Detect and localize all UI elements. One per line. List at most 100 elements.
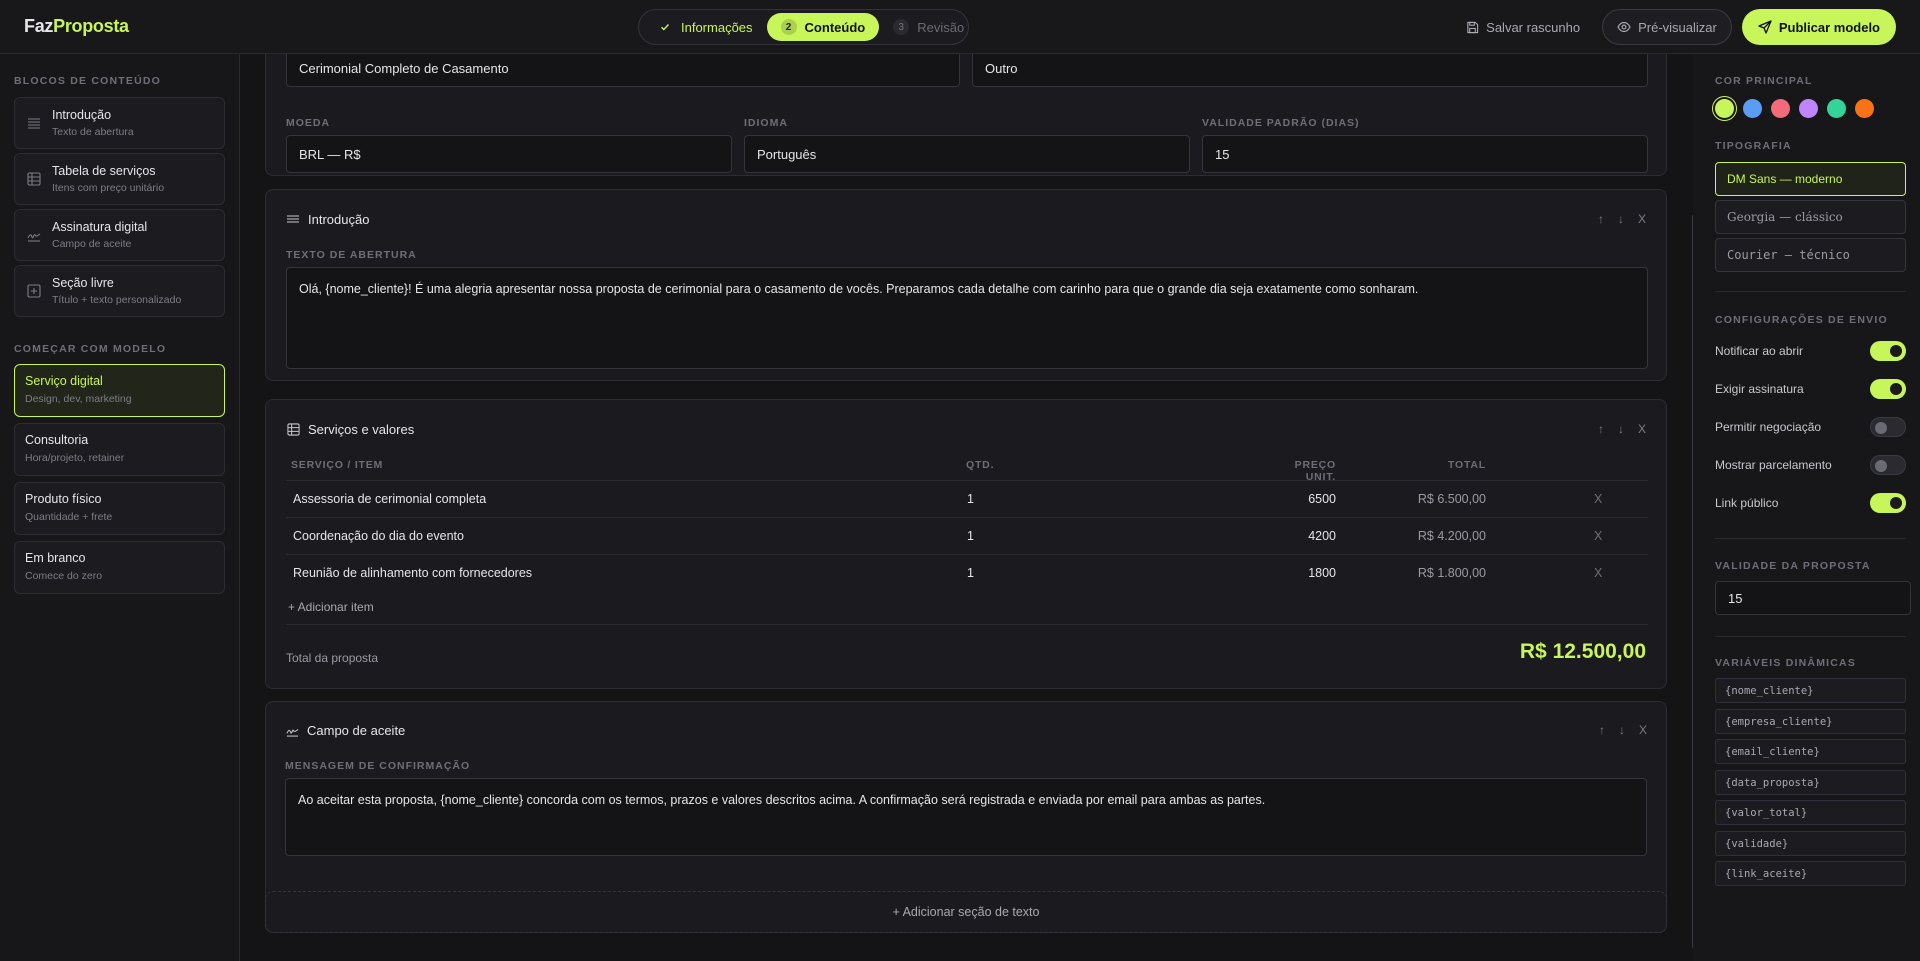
move-down-button[interactable]: ↓ <box>1618 212 1624 226</box>
block-title: Introdução <box>52 108 112 122</box>
add-text-section-button[interactable]: + Adicionar seção de texto <box>265 891 1667 933</box>
item-name[interactable]: Coordenação do dia do evento <box>293 529 464 543</box>
variable-chip[interactable]: {valor_total} <box>1715 800 1906 825</box>
step-number: 2 <box>780 19 797 35</box>
toggle-label: Mostrar parcelamento <box>1715 458 1832 472</box>
color-swatch-green[interactable] <box>1827 99 1846 118</box>
item-qty[interactable]: 1 <box>967 529 974 543</box>
proposal-validity-input[interactable]: 15 <box>1715 581 1911 615</box>
toggle-row-negociacao: Permitir negociação <box>1715 417 1906 437</box>
remove-section-button[interactable]: X <box>1638 422 1646 436</box>
toggle-row-link-publico: Link público <box>1715 493 1906 513</box>
item-qty[interactable]: 1 <box>967 492 974 506</box>
validity-input[interactable]: 15 <box>1202 135 1648 173</box>
remove-row-button[interactable]: X <box>1594 566 1602 580</box>
public-link-toggle[interactable] <box>1870 493 1906 513</box>
proposal-name-input[interactable]: Cerimonial Completo de Casamento <box>286 54 960 87</box>
remove-section-button[interactable]: X <box>1639 723 1647 737</box>
intro-header: Introdução <box>286 212 369 227</box>
main-editor[interactable]: Cerimonial Completo de Casamento Outro M… <box>241 54 1691 961</box>
block-subtitle: Texto de abertura <box>52 126 134 138</box>
toggle-row-assinatura: Exigir assinatura <box>1715 379 1906 399</box>
block-subtitle: Campo de aceite <box>52 238 132 250</box>
color-swatch-purple[interactable] <box>1799 99 1818 118</box>
variable-chip[interactable]: {link_aceite} <box>1715 861 1906 886</box>
category-select[interactable]: Outro <box>972 54 1648 87</box>
info-card: Cerimonial Completo de Casamento Outro M… <box>265 54 1667 176</box>
intro-controls: ↑ ↓ X <box>1598 212 1646 226</box>
step-revisao[interactable]: 3 Revisão <box>879 13 978 41</box>
template-produto-fisico[interactable]: Produto físico Quantidade + frete <box>14 482 225 535</box>
total-value: R$ 12.500,00 <box>1519 640 1646 663</box>
intro-field-label: Texto de abertura <box>286 249 417 261</box>
font-option-georgia[interactable]: Georgia — clássico <box>1715 200 1906 234</box>
move-up-button[interactable]: ↑ <box>1598 422 1604 436</box>
move-down-button[interactable]: ↓ <box>1618 422 1624 436</box>
variable-chip[interactable]: {empresa_cliente} <box>1715 709 1906 734</box>
color-swatch-blue[interactable] <box>1743 99 1762 118</box>
block-secao-livre[interactable]: Seção livre Título + texto personalizado <box>14 265 225 317</box>
remove-row-button[interactable]: X <box>1594 492 1602 506</box>
currency-select[interactable]: BRL — R$ <box>286 135 732 173</box>
item-name[interactable]: Reunião de alinhamento com fornecedores <box>293 566 532 580</box>
save-draft-button[interactable]: Salvar rascunho <box>1453 9 1592 45</box>
accept-field-label: Mensagem de confirmação <box>285 760 471 772</box>
send-icon <box>1758 20 1772 34</box>
color-swatch-orange[interactable] <box>1855 99 1874 118</box>
toggle-label: Exigir assinatura <box>1715 382 1804 396</box>
services-header: Serviços e valores <box>286 422 414 437</box>
remove-section-button[interactable]: X <box>1638 212 1646 226</box>
move-down-button[interactable]: ↓ <box>1619 723 1625 737</box>
block-assinatura[interactable]: Assinatura digital Campo de aceite <box>14 209 225 261</box>
step-informacoes[interactable]: Informações <box>643 13 767 41</box>
add-item-button[interactable]: + Adicionar item <box>288 600 374 614</box>
font-option-dm-sans[interactable]: DM Sans — moderno <box>1715 162 1906 196</box>
intro-textarea[interactable]: Olá, {nome_cliente}! É uma alegria apres… <box>286 267 1648 369</box>
publish-button[interactable]: Publicar modelo <box>1741 9 1896 45</box>
brand-logo[interactable]: FazProposta <box>24 16 129 37</box>
item-name[interactable]: Assessoria de cerimonial completa <box>293 492 486 506</box>
step-number: 3 <box>893 19 910 35</box>
show-installments-toggle[interactable] <box>1870 455 1906 475</box>
save-icon <box>1465 20 1479 34</box>
language-select[interactable]: Português <box>744 135 1190 173</box>
step-conteudo[interactable]: 2 Conteúdo <box>766 13 880 41</box>
variable-chip[interactable]: {data_proposta} <box>1715 770 1906 795</box>
stepper: Informações 2 Conteúdo 3 Revisão <box>638 9 969 45</box>
preview-button[interactable]: Pré-visualizar <box>1602 9 1732 45</box>
block-introducao[interactable]: Introdução Texto de abertura <box>14 97 225 149</box>
template-title: Produto físico <box>25 492 102 506</box>
send-settings-title: Configurações de envio <box>1715 314 1888 326</box>
font-option-courier[interactable]: Courier — técnico <box>1715 238 1906 272</box>
block-tabela-servicos[interactable]: Tabela de serviços Itens com preço unitár… <box>14 153 225 205</box>
template-servico-digital[interactable]: Serviço digital Design, dev, marketing <box>14 364 225 417</box>
notify-on-open-toggle[interactable] <box>1870 341 1906 361</box>
item-price[interactable]: 4200 <box>1246 529 1336 543</box>
accept-textarea[interactable]: Ao aceitar esta proposta, {nome_cliente}… <box>285 778 1647 856</box>
item-total: R$ 1.800,00 <box>1417 566 1486 580</box>
require-signature-toggle[interactable] <box>1870 379 1906 399</box>
variable-chip[interactable]: {validade} <box>1715 831 1906 856</box>
move-up-button[interactable]: ↑ <box>1599 723 1605 737</box>
remove-row-button[interactable]: X <box>1594 529 1602 543</box>
color-section-title: Cor principal <box>1715 75 1813 87</box>
move-up-button[interactable]: ↑ <box>1598 212 1604 226</box>
allow-negotiation-toggle[interactable] <box>1870 417 1906 437</box>
divider <box>1715 291 1906 292</box>
template-consultoria[interactable]: Consultoria Hora/projeto, retainer <box>14 423 225 476</box>
item-price[interactable]: 1800 <box>1246 566 1336 580</box>
template-em-branco[interactable]: Em branco Comece do zero <box>14 541 225 594</box>
divider <box>1715 538 1906 539</box>
plus-square-icon <box>26 283 42 299</box>
color-swatch-lime[interactable] <box>1715 99 1734 118</box>
services-controls: ↑ ↓ X <box>1598 422 1646 436</box>
item-total: R$ 6.500,00 <box>1417 492 1486 506</box>
variable-chip[interactable]: {email_cliente} <box>1715 739 1906 764</box>
template-title: Serviço digital <box>25 374 103 388</box>
item-price[interactable]: 6500 <box>1246 492 1336 506</box>
color-swatch-red[interactable] <box>1771 99 1790 118</box>
variable-chip[interactable]: {nome_cliente} <box>1715 678 1906 703</box>
save-draft-label: Salvar rascunho <box>1486 19 1581 35</box>
item-qty[interactable]: 1 <box>967 566 974 580</box>
divider <box>286 624 1648 625</box>
